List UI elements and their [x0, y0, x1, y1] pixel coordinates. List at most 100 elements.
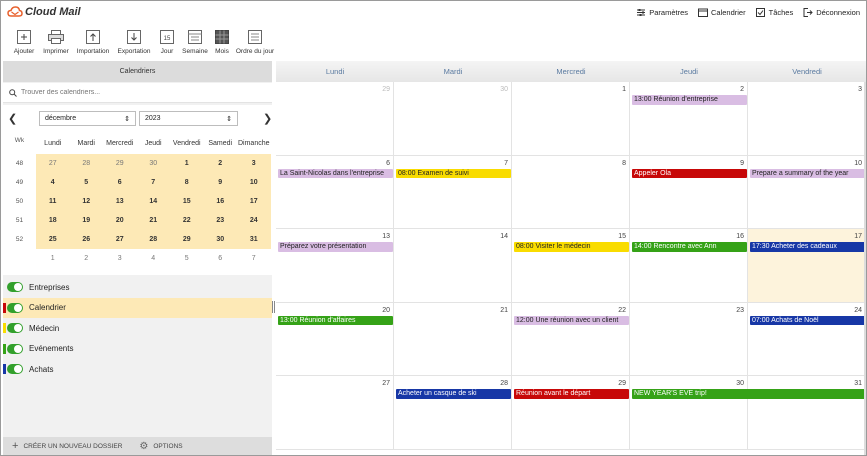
- mini-calendar-day[interactable]: 5: [69, 173, 103, 192]
- calendar-item[interactable]: Calendrier: [3, 297, 272, 318]
- calendar-day-cell[interactable]: 8: [512, 155, 630, 228]
- mini-calendar-day[interactable]: 29: [103, 154, 137, 173]
- mini-calendar-day[interactable]: 6: [103, 173, 137, 192]
- calendar-toggle[interactable]: [7, 343, 23, 354]
- calendar-day-cell[interactable]: 30: [630, 376, 748, 449]
- calendar-event[interactable]: 14:00 Rencontre avec Ann: [632, 242, 747, 252]
- nav-settings[interactable]: Paramètres: [636, 8, 688, 17]
- mini-calendar-day[interactable]: 27: [103, 230, 137, 249]
- mini-calendar-day[interactable]: 8: [170, 173, 204, 192]
- calendar-day-cell[interactable]: 31: [748, 376, 866, 449]
- calendar-event[interactable]: 17:30 Acheter des cadeaux: [750, 242, 865, 252]
- mini-calendar-day[interactable]: 26: [69, 230, 103, 249]
- mini-calendar-day[interactable]: 30: [136, 154, 170, 173]
- calendar-event[interactable]: 07:00 Achats de Noël: [750, 315, 865, 325]
- nav-logout[interactable]: Déconnexion: [803, 8, 860, 17]
- calendar-day-cell[interactable]: 1: [512, 82, 630, 155]
- mini-calendar-day[interactable]: 2: [203, 154, 237, 173]
- print-button[interactable]: Imprimer: [39, 29, 73, 55]
- calendar-day-cell[interactable]: 22: [512, 302, 630, 375]
- calendar-event[interactable]: Acheter un casque de ski: [396, 389, 511, 399]
- nav-tasks[interactable]: Tâches: [755, 8, 793, 17]
- calendar-event[interactable]: 13:00 Réunion d'affaires: [278, 315, 393, 325]
- mini-calendar-day[interactable]: 25: [36, 230, 70, 249]
- mini-calendar-day[interactable]: 24: [237, 211, 271, 230]
- create-folder-button[interactable]: CRÉER UN NOUVEAU DOSSIER: [23, 443, 122, 450]
- calendar-event[interactable]: Appeler Ola: [632, 168, 747, 178]
- next-month-icon[interactable]: ❯: [263, 112, 272, 125]
- mini-calendar-day[interactable]: 4: [137, 249, 171, 268]
- calendar-day-cell[interactable]: 29: [276, 82, 394, 155]
- options-button[interactable]: OPTIONS: [153, 443, 182, 450]
- calendar-day-cell[interactable]: 24: [748, 302, 866, 375]
- mini-calendar-day[interactable]: 3: [237, 154, 271, 173]
- calendar-day-cell[interactable]: 10: [748, 155, 866, 228]
- week-view-button[interactable]: Semaine: [179, 29, 211, 55]
- mini-calendar-day[interactable]: 1: [36, 249, 70, 268]
- calendar-day-cell[interactable]: 15: [512, 229, 630, 302]
- month-view-button[interactable]: Mois: [211, 29, 233, 55]
- mini-calendar-day[interactable]: 7: [136, 173, 170, 192]
- import-button[interactable]: Importation: [73, 29, 113, 55]
- mini-calendar-day[interactable]: 13: [103, 192, 137, 211]
- calendar-day-cell[interactable]: 27: [276, 376, 394, 449]
- calendar-toggle[interactable]: [7, 302, 23, 313]
- calendar-item[interactable]: Achats: [3, 359, 272, 380]
- calendar-search-input[interactable]: [21, 89, 261, 96]
- calendar-day-cell[interactable]: 6: [276, 155, 394, 228]
- calendar-day-cell[interactable]: 3: [748, 82, 866, 155]
- mini-calendar-day[interactable]: 18: [36, 211, 70, 230]
- mini-calendar-day[interactable]: 15: [170, 192, 204, 211]
- mini-calendar-day[interactable]: 10: [237, 173, 271, 192]
- month-select[interactable]: décembre ⇕: [39, 111, 136, 126]
- day-view-button[interactable]: 15 Jour: [155, 29, 179, 55]
- calendar-event[interactable]: 13:00 Réunion d'entreprise: [632, 95, 747, 105]
- panel-splitter[interactable]: [272, 301, 275, 313]
- calendar-item[interactable]: Médecin: [3, 318, 272, 339]
- add-button[interactable]: Ajouter: [9, 29, 39, 55]
- mini-calendar-day[interactable]: 16: [203, 192, 237, 211]
- calendar-day-cell[interactable]: 23: [630, 302, 748, 375]
- calendar-event[interactable]: Réunion avant le départ: [514, 389, 629, 399]
- calendar-day-cell[interactable]: 17: [748, 229, 866, 302]
- mini-calendar-day[interactable]: 14: [136, 192, 170, 211]
- calendar-event[interactable]: 12:00 Une réunion avec un client: [514, 315, 629, 325]
- calendar-day-cell[interactable]: 29: [512, 376, 630, 449]
- mini-calendar-day[interactable]: 1: [170, 154, 204, 173]
- mini-calendar-day[interactable]: 12: [69, 192, 103, 211]
- calendar-day-cell[interactable]: 2: [630, 82, 748, 155]
- mini-calendar-day[interactable]: 22: [170, 211, 204, 230]
- calendar-item[interactable]: Evénements: [3, 339, 272, 360]
- app-logo[interactable]: Cloud Mail: [7, 6, 81, 18]
- mini-calendar-day[interactable]: 11: [36, 192, 70, 211]
- calendar-toggle[interactable]: [7, 282, 23, 292]
- mini-calendar-day[interactable]: 23: [203, 211, 237, 230]
- mini-calendar-day[interactable]: 28: [136, 230, 170, 249]
- mini-calendar-day[interactable]: 31: [237, 230, 271, 249]
- calendar-event[interactable]: Prepare a summary of the year: [750, 168, 865, 178]
- mini-calendar-day[interactable]: 4: [36, 173, 70, 192]
- nav-calendar[interactable]: Calendrier: [698, 8, 746, 17]
- mini-calendar-day[interactable]: 5: [170, 249, 204, 268]
- calendar-day-cell[interactable]: 30: [394, 82, 512, 155]
- mini-calendar-day[interactable]: 29: [170, 230, 204, 249]
- calendar-event[interactable]: La Saint-Nicolas dans l'entreprise: [278, 168, 393, 178]
- calendar-toggle[interactable]: [7, 364, 23, 374]
- plus-icon[interactable]: +: [12, 440, 18, 452]
- mini-calendar-day[interactable]: 21: [136, 211, 170, 230]
- mini-calendar-day[interactable]: 17: [237, 192, 271, 211]
- calendar-day-cell[interactable]: 28: [394, 376, 512, 449]
- calendar-event[interactable]: NEW YEAR'S EVE trip!: [632, 389, 865, 399]
- agenda-view-button[interactable]: Ordre du jour: [233, 29, 277, 55]
- mini-calendar-day[interactable]: 3: [103, 249, 137, 268]
- mini-calendar-day[interactable]: 30: [203, 230, 237, 249]
- calendar-day-cell[interactable]: 14: [394, 229, 512, 302]
- mini-calendar-day[interactable]: 9: [203, 173, 237, 192]
- calendar-day-cell[interactable]: 20: [276, 302, 394, 375]
- mini-calendar-day[interactable]: 27: [36, 154, 70, 173]
- prev-month-icon[interactable]: ❮: [8, 112, 17, 125]
- mini-calendar-day[interactable]: 19: [69, 211, 103, 230]
- calendar-event[interactable]: Préparez votre présentation: [278, 242, 393, 252]
- mini-calendar-day[interactable]: 6: [204, 249, 238, 268]
- scrollbar[interactable]: [864, 82, 866, 455]
